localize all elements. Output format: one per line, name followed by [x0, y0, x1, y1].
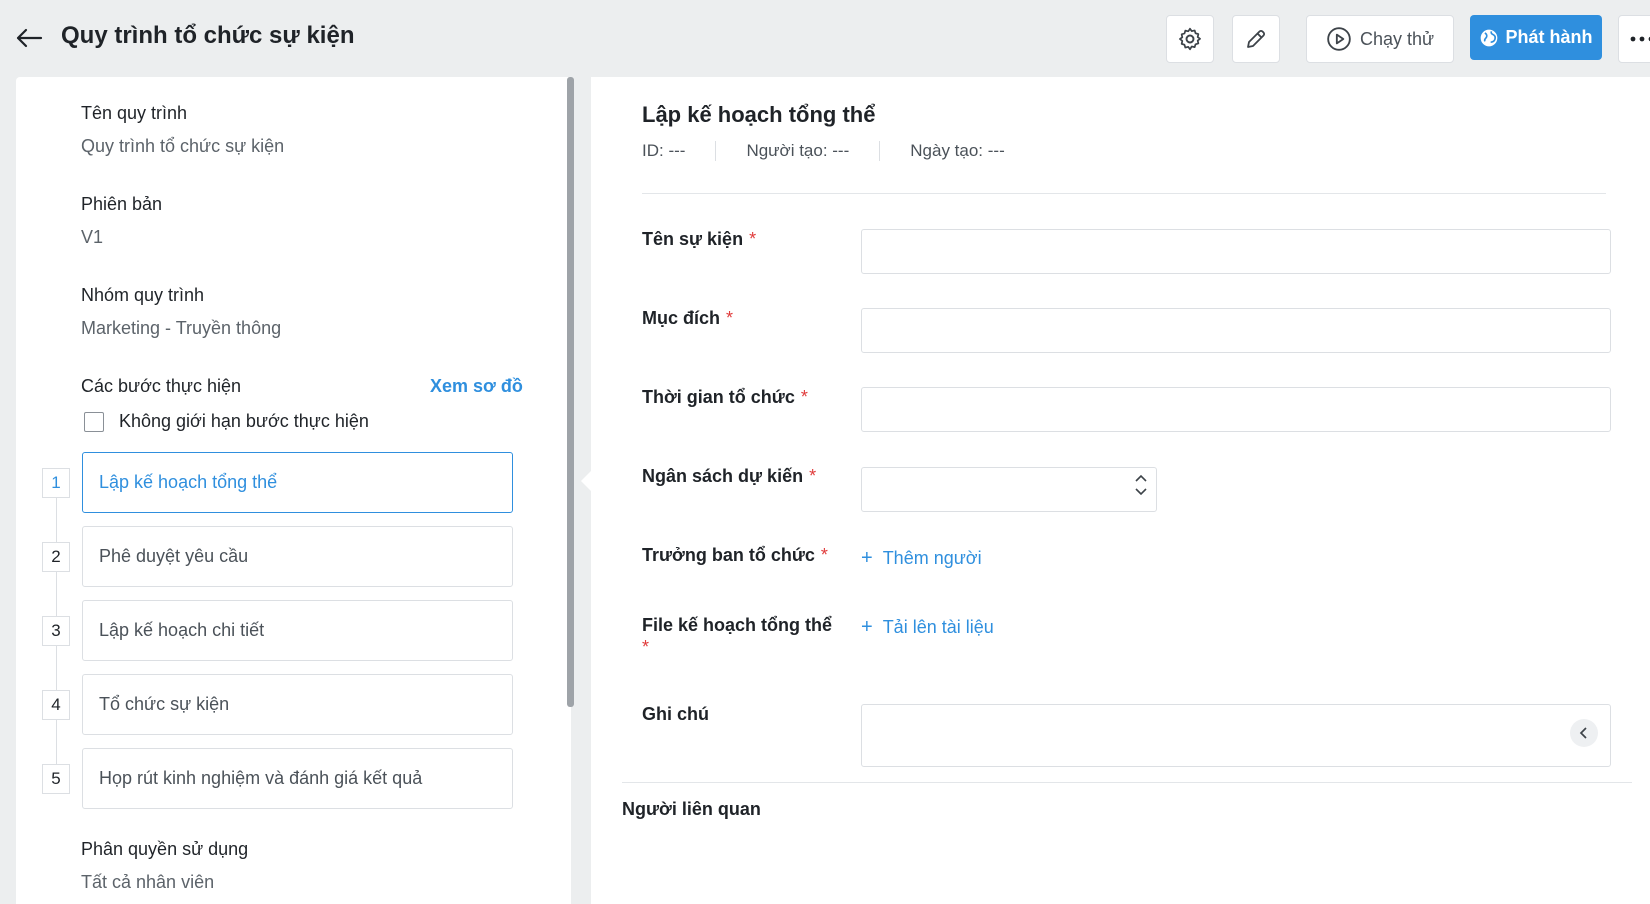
play-circle-icon: [1327, 27, 1351, 51]
head-label-text: Trưởng ban tổ chức: [642, 545, 815, 565]
steps-label: Các bước thực hiện: [81, 376, 241, 396]
meta-separator: [879, 141, 881, 161]
step-item[interactable]: Phê duyệt yêu cầu: [82, 526, 513, 587]
arrow-left-icon: [16, 28, 43, 48]
step-form-title: Lập kế hoạch tổng thể: [642, 102, 876, 127]
publish-button[interactable]: Phát hành: [1470, 15, 1602, 60]
note-label: Ghi chú: [642, 704, 709, 724]
step-number: 2: [42, 542, 70, 572]
unlimited-steps-label: Không giới hạn bước thực hiện: [119, 411, 369, 431]
pencil-icon: [1247, 29, 1266, 48]
step-item[interactable]: Lập kế hoạch chi tiết: [82, 600, 513, 661]
budget-label-text: Ngân sách dự kiến: [642, 466, 804, 486]
step-number: 1: [42, 468, 70, 498]
step-number: 3: [42, 616, 70, 646]
meta-separator: [715, 141, 717, 161]
step-item[interactable]: Tổ chức sự kiện: [82, 674, 513, 735]
related-people-title: Người liên quan: [622, 799, 761, 819]
event-time-input[interactable]: [861, 387, 1611, 432]
active-step-pointer: [581, 470, 592, 492]
add-person-link[interactable]: + Thêm người: [861, 547, 982, 570]
time-label: Thời gian tổ chức *: [642, 387, 808, 408]
version-value: V1: [81, 227, 104, 247]
event-name-label-text: Tên sự kiện: [642, 229, 744, 249]
required-mark: *: [642, 637, 650, 657]
publish-label: Phát hành: [1505, 27, 1593, 47]
chevron-down-icon[interactable]: [1134, 487, 1148, 496]
head-label: Trưởng ban tổ chức *: [642, 545, 828, 566]
chevron-left-icon: [1579, 727, 1587, 739]
view-diagram-link[interactable]: Xem sơ đồ: [430, 376, 523, 397]
event-name-label: Tên sự kiện *: [642, 229, 756, 250]
globe-icon: [1481, 29, 1498, 46]
settings-button[interactable]: [1166, 15, 1214, 63]
more-horizontal-icon: [1630, 36, 1650, 42]
back-button[interactable]: [14, 24, 44, 52]
step-number: 4: [42, 690, 70, 720]
plan-file-label-text: File kế hoạch tổng thể: [642, 615, 833, 635]
budget-label: Ngân sách dự kiến *: [642, 466, 816, 487]
process-name-label: Tên quy trình: [81, 103, 188, 123]
edit-button[interactable]: [1232, 15, 1280, 63]
event-name-input[interactable]: [861, 229, 1611, 274]
required-mark: *: [749, 229, 757, 249]
upload-document-label: Tải lên tài liệu: [882, 617, 994, 637]
purpose-label: Mục đích *: [642, 308, 733, 329]
permission-label: Phân quyền sử dụng: [81, 839, 249, 859]
run-test-button[interactable]: Chạy thử: [1306, 15, 1454, 63]
required-mark: *: [820, 545, 828, 565]
more-options-button[interactable]: [1618, 15, 1650, 63]
page-header: Quy trình tổ chức sự kiện Chạy thử Phát …: [0, 0, 1650, 77]
meta-created-date: Ngày tạo: ---: [910, 141, 1005, 160]
plan-file-label: File kế hoạch tổng thể *: [642, 614, 832, 658]
run-test-label: Chạy thử: [1359, 28, 1435, 49]
budget-stepper[interactable]: [1134, 474, 1148, 496]
note-textarea[interactable]: [861, 704, 1611, 767]
permission-value: Tất cả nhân viên: [81, 872, 215, 892]
process-name-value: Quy trình tổ chức sự kiện: [81, 136, 285, 156]
step-meta: ID: --- Người tạo: --- Ngày tạo: ---: [642, 141, 1035, 161]
plus-icon: +: [861, 547, 873, 569]
step-item[interactable]: Họp rút kinh nghiệm và đánh giá kết quả: [82, 748, 513, 809]
page-title: Quy trình tổ chức sự kiện: [61, 22, 355, 49]
add-person-label: Thêm người: [882, 548, 982, 568]
time-label-text: Thời gian tổ chức: [642, 387, 795, 407]
collapse-button[interactable]: [1570, 719, 1598, 747]
form-divider: [642, 193, 1606, 194]
required-mark: *: [809, 466, 817, 486]
purpose-label-text: Mục đích: [642, 308, 721, 328]
left-panel-scrollbar[interactable]: [567, 77, 574, 707]
required-mark: *: [800, 387, 808, 407]
version-label: Phiên bản: [81, 194, 163, 214]
budget-number-input[interactable]: [861, 467, 1157, 512]
step-number: 5: [42, 764, 70, 794]
section-divider: [622, 782, 1632, 783]
meta-id: ID: ---: [642, 141, 686, 160]
unlimited-steps-option[interactable]: Không giới hạn bước thực hiện: [84, 411, 369, 432]
step-item[interactable]: Lập kế hoạch tổng thể: [82, 452, 513, 513]
plus-icon: +: [861, 616, 873, 638]
process-group-label: Nhóm quy trình: [81, 285, 205, 305]
unlimited-steps-checkbox[interactable]: [84, 411, 104, 432]
purpose-input[interactable]: [861, 308, 1611, 353]
upload-document-link[interactable]: + Tải lên tài liệu: [861, 616, 994, 639]
chevron-up-icon[interactable]: [1134, 474, 1148, 483]
required-mark: *: [726, 308, 734, 328]
gear-icon: [1179, 27, 1201, 51]
process-group-value: Marketing - Truyền thông: [81, 318, 282, 338]
meta-creator: Người tạo: ---: [746, 141, 850, 160]
